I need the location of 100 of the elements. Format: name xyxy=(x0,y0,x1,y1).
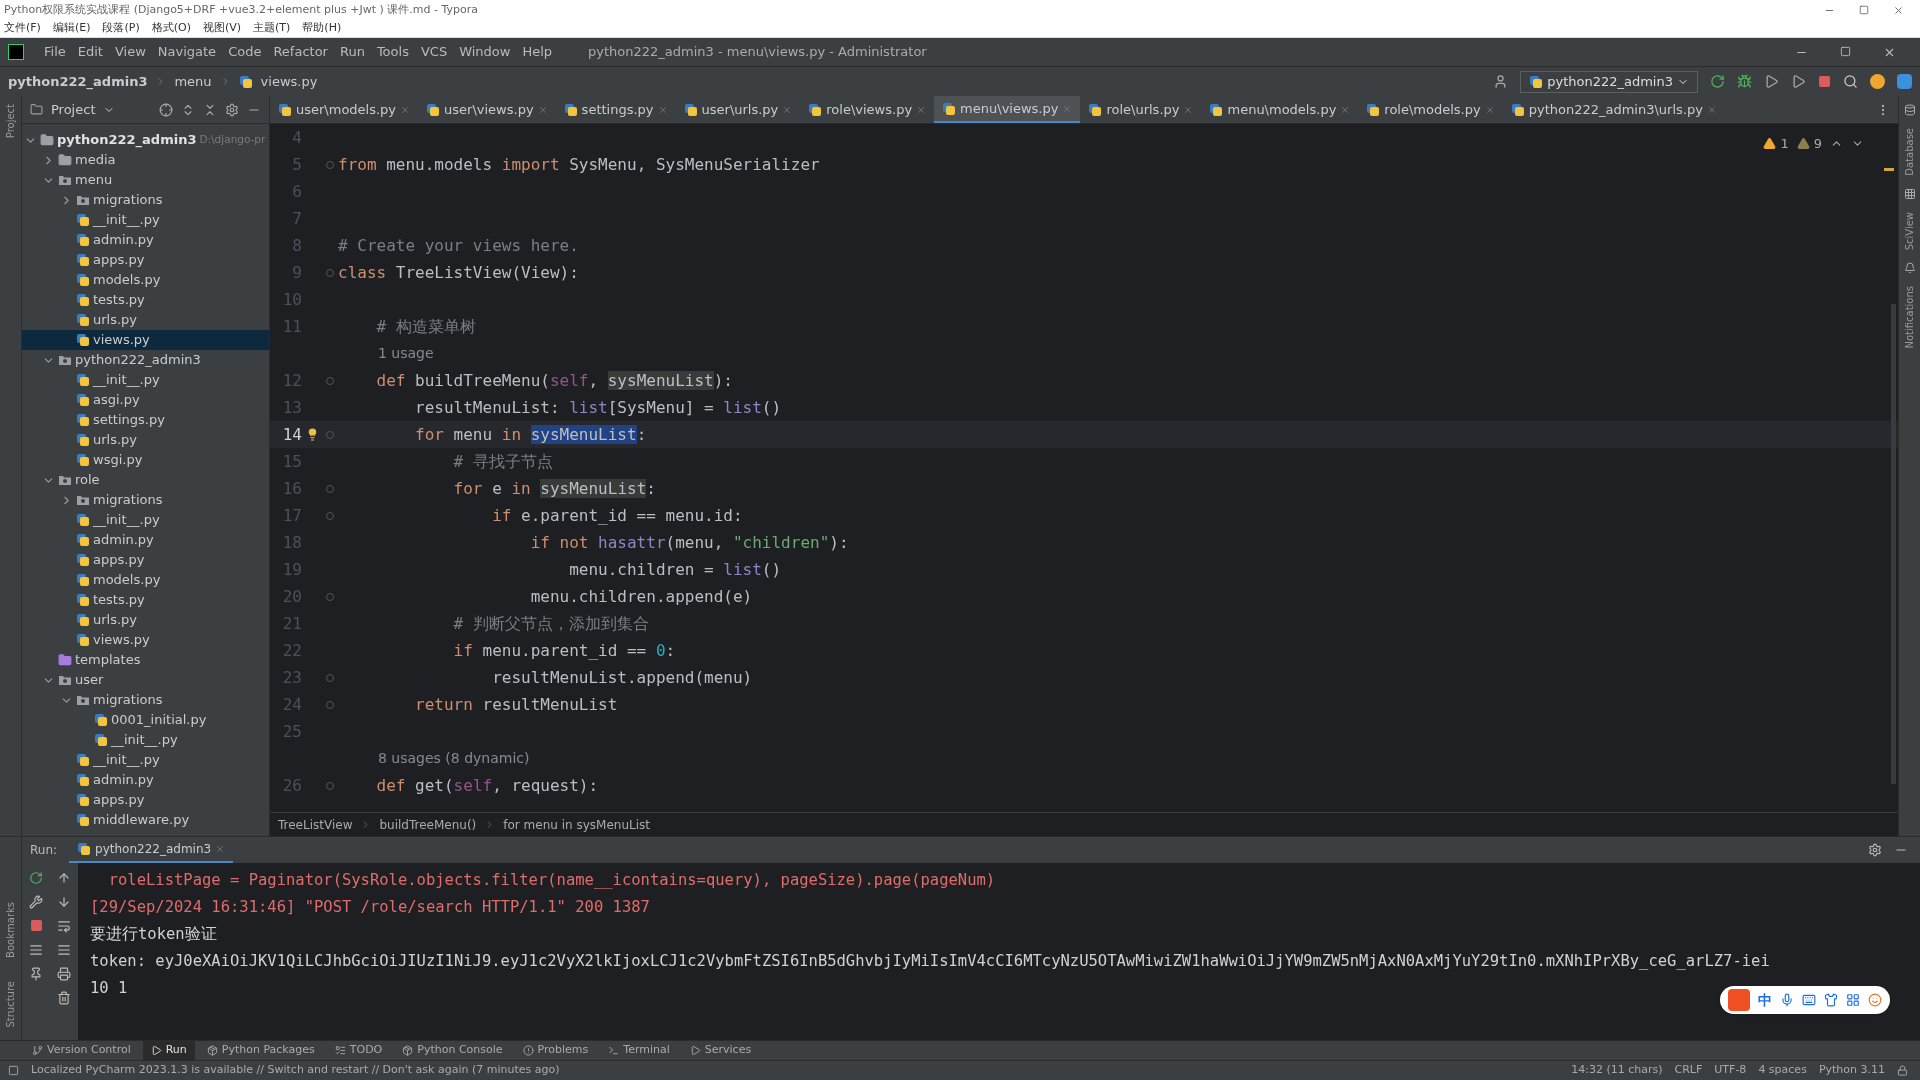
weak-warning-count[interactable]: 9 xyxy=(1813,134,1822,154)
menubar-entry[interactable]: 格式(O) xyxy=(151,20,191,37)
tree-item[interactable]: settings.py xyxy=(22,410,269,430)
pin-icon[interactable] xyxy=(29,967,43,981)
tree-item[interactable]: __init__.py xyxy=(22,370,269,390)
usage-hint[interactable]: 8 usages (8 dynamic) xyxy=(378,748,530,769)
tool-window-tab[interactable]: Python Packages xyxy=(198,1041,323,1060)
tool-window-label[interactable]: SciView xyxy=(1902,211,1917,251)
editor-tab[interactable]: user\models.py xyxy=(270,96,419,123)
wrap-icon[interactable] xyxy=(57,919,71,933)
tool-window-label[interactable]: Database xyxy=(1902,128,1917,176)
tree-item[interactable]: user xyxy=(22,670,269,690)
menubar-entry[interactable]: 主题(T) xyxy=(253,20,291,37)
tool-window-label[interactable]: Bookmarks xyxy=(3,901,18,958)
layout-icon[interactable] xyxy=(29,943,43,957)
tree-item[interactable]: __init__.py xyxy=(22,730,269,750)
tree-item[interactable]: wsgi.py xyxy=(22,450,269,470)
breadcrumb-item[interactable]: menu xyxy=(174,71,212,92)
editor-tab[interactable]: menu\views.py xyxy=(934,96,1081,123)
database-icon[interactable] xyxy=(1903,104,1916,116)
editor-tab[interactable]: user\views.py xyxy=(418,96,556,123)
status-item[interactable]: 4 spaces xyxy=(1758,1062,1807,1079)
collapse-all-icon[interactable] xyxy=(203,102,217,117)
status-item[interactable]: UTF-8 xyxy=(1714,1062,1747,1079)
tree-item[interactable]: apps.py xyxy=(22,250,269,270)
up-icon[interactable] xyxy=(57,871,71,885)
layout-icon[interactable] xyxy=(8,1065,19,1076)
menubar-entry[interactable]: 段落(P) xyxy=(102,20,140,37)
editor-tab[interactable]: role\views.py xyxy=(800,96,935,123)
lock-icon[interactable] xyxy=(1897,1065,1908,1076)
breadcrumb-item[interactable]: views.py xyxy=(260,71,318,92)
tree-item[interactable]: asgi.py xyxy=(22,390,269,410)
user-icon[interactable] xyxy=(1493,74,1509,89)
menubar-entry[interactable]: Code xyxy=(228,42,262,62)
bug-icon[interactable] xyxy=(1737,74,1752,89)
menubar-entry[interactable]: Edit xyxy=(77,42,103,62)
warning-count[interactable]: 1 xyxy=(1780,134,1789,154)
tree-item[interactable]: admin.py xyxy=(22,770,269,790)
tree-item[interactable]: migrations xyxy=(22,690,269,710)
tool-window-tab[interactable]: Run xyxy=(142,1041,195,1060)
menubar-entry[interactable]: View xyxy=(114,42,146,62)
grid-icon[interactable] xyxy=(1846,993,1860,1007)
status-message[interactable]: Localized PyCharm 2023.1.3 is available // Switch and restart // Don't ask again (7 minutes ago) xyxy=(31,1062,560,1079)
tree-item[interactable]: media xyxy=(22,150,269,170)
menubar-entry[interactable]: 文件(F) xyxy=(4,20,41,37)
trash-icon[interactable] xyxy=(57,991,71,1005)
tree-item[interactable]: urls.py xyxy=(22,310,269,330)
tool-window-label[interactable]: Structure xyxy=(3,981,18,1028)
stop-icon[interactable] xyxy=(1818,75,1831,88)
bell-icon[interactable] xyxy=(1903,262,1916,275)
down-icon[interactable] xyxy=(57,895,71,909)
shirt-icon[interactable] xyxy=(1824,993,1838,1007)
tool-window-tab[interactable]: TODO xyxy=(326,1041,391,1060)
tree-item[interactable]: middleware.py xyxy=(22,810,269,830)
menubar-entry[interactable]: Refactor xyxy=(273,42,328,62)
tree-item[interactable]: migrations xyxy=(22,490,269,510)
tree-item[interactable]: views.py xyxy=(22,630,269,650)
tool-window-tab[interactable]: Terminal xyxy=(600,1041,678,1060)
tool-window-tab[interactable]: Problems xyxy=(514,1041,597,1060)
breadcrumb-item[interactable]: python222_admin3 xyxy=(8,71,148,92)
editor-tab[interactable]: menu\models.py xyxy=(1201,96,1359,123)
maximize-icon[interactable] xyxy=(1840,45,1851,57)
editor-tab[interactable]: role\models.py xyxy=(1358,96,1503,123)
tree-item[interactable]: admin.py xyxy=(22,230,269,250)
tree-item[interactable]: __init__.py xyxy=(22,210,269,230)
print-icon[interactable] xyxy=(57,967,71,981)
search-icon[interactable] xyxy=(1843,74,1858,89)
tool-window-label[interactable]: Notifications xyxy=(1902,286,1917,349)
editor-tab[interactable]: role\urls.py xyxy=(1080,96,1202,123)
tool-window-tab[interactable]: Python Console xyxy=(394,1041,511,1060)
breadcrumb-item[interactable]: for menu in sysMenuList xyxy=(503,815,650,834)
keyboard-icon[interactable] xyxy=(1802,993,1816,1007)
panel-title[interactable]: Project xyxy=(51,99,96,120)
tree-item[interactable]: __init__.py xyxy=(22,510,269,530)
menubar-entry[interactable]: Help xyxy=(522,42,553,62)
settings-icon[interactable] xyxy=(225,102,239,117)
settings-icon[interactable] xyxy=(1868,843,1882,857)
wrench-icon[interactable] xyxy=(29,895,43,909)
menubar-entry[interactable]: Window xyxy=(459,42,511,62)
tree-item[interactable]: tests.py xyxy=(22,290,269,310)
status-item[interactable]: 14:32 (11 chars) xyxy=(1571,1062,1663,1079)
editor-tab[interactable]: settings.py xyxy=(555,96,676,123)
tree-item[interactable]: models.py xyxy=(22,570,269,590)
tool-window-label[interactable]: Project xyxy=(3,104,18,139)
tree-item[interactable]: tests.py xyxy=(22,590,269,610)
status-item[interactable]: CRLF xyxy=(1674,1062,1703,1079)
locate-icon[interactable] xyxy=(159,102,173,117)
tree-item[interactable]: migrations xyxy=(22,190,269,210)
close-icon[interactable] xyxy=(1893,4,1904,16)
tool-window-tab[interactable]: Version Control xyxy=(24,1041,139,1060)
ime-logo-icon[interactable] xyxy=(1728,989,1750,1011)
stop-icon[interactable] xyxy=(29,919,43,932)
warning-icon[interactable] xyxy=(1763,137,1777,151)
ime-mode[interactable]: 中 xyxy=(1758,989,1772,1011)
menubar-entry[interactable]: Run xyxy=(339,42,365,62)
tree-item[interactable]: models.py xyxy=(22,270,269,290)
tree-item[interactable]: role xyxy=(22,470,269,490)
menubar-entry[interactable]: File xyxy=(44,42,66,62)
menubar-entry[interactable]: Tools xyxy=(376,42,409,62)
menubar-entry[interactable]: Navigate xyxy=(157,42,217,62)
